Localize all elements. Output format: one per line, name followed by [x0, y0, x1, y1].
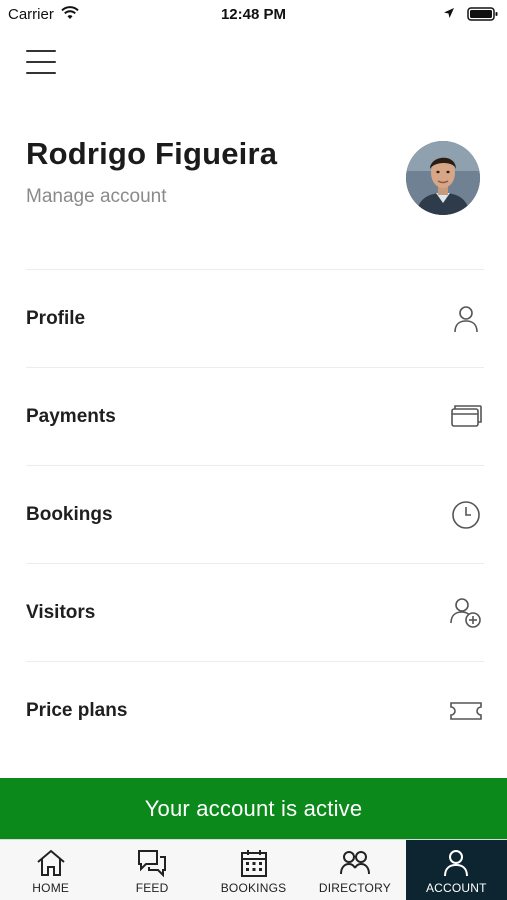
home-icon	[37, 849, 65, 876]
tab-account[interactable]: ACCOUNT	[405, 840, 507, 900]
menu-item-label: Price plans	[26, 699, 128, 721]
add-person-icon	[448, 595, 484, 631]
menu-item-label: Bookings	[26, 503, 113, 525]
clock-time: 12:48 PM	[220, 6, 287, 23]
person-icon	[444, 850, 469, 877]
tab-bookings[interactable]: BOOKINGS	[203, 840, 304, 900]
user-name: Rodrigo Figueira	[26, 136, 278, 171]
calendar-icon	[240, 850, 267, 877]
person-icon	[448, 301, 484, 337]
clock-icon	[448, 497, 484, 533]
avatar[interactable]	[406, 141, 480, 215]
tab-label: DIRECTORY	[318, 881, 391, 895]
menu-item-label: Profile	[26, 307, 86, 329]
account-menu-list: Profile Payments Bookings Visitors Price…	[26, 269, 484, 759]
tab-home[interactable]: HOME	[0, 840, 101, 900]
menu-item-visitors[interactable]: Visitors	[26, 563, 484, 661]
status-bar: Carrier 12:48 PM	[0, 0, 507, 30]
tab-feed[interactable]: FEED	[101, 840, 202, 900]
tab-directory[interactable]: DIRECTORY	[304, 840, 405, 900]
location-arrow-icon	[444, 8, 454, 18]
tab-label: FEED	[135, 881, 169, 895]
cards-icon	[448, 399, 484, 435]
people-icon	[339, 851, 370, 875]
manage-account-link[interactable]: Manage account	[26, 186, 167, 208]
chat-bubbles-icon	[138, 850, 167, 878]
menu-item-payments[interactable]: Payments	[26, 367, 484, 465]
tab-label: ACCOUNT	[425, 881, 487, 895]
tab-label: BOOKINGS	[220, 881, 287, 895]
menu-item-bookings[interactable]: Bookings	[26, 465, 484, 563]
hamburger-menu-icon[interactable]	[26, 48, 56, 76]
menu-item-label: Payments	[26, 405, 116, 427]
menu-item-price-plans[interactable]: Price plans	[26, 661, 484, 759]
menu-item-label: Visitors	[26, 601, 96, 623]
account-status-banner: Your account is active	[0, 778, 507, 839]
avatar-photo	[406, 141, 480, 215]
tab-label: HOME	[32, 881, 70, 895]
ticket-icon	[448, 693, 484, 729]
battery-icon	[467, 7, 498, 21]
tab-bar: HOME FEED BOOKINGS DIRECTORY ACCOUNT	[0, 839, 507, 900]
menu-item-profile[interactable]: Profile	[26, 269, 484, 367]
